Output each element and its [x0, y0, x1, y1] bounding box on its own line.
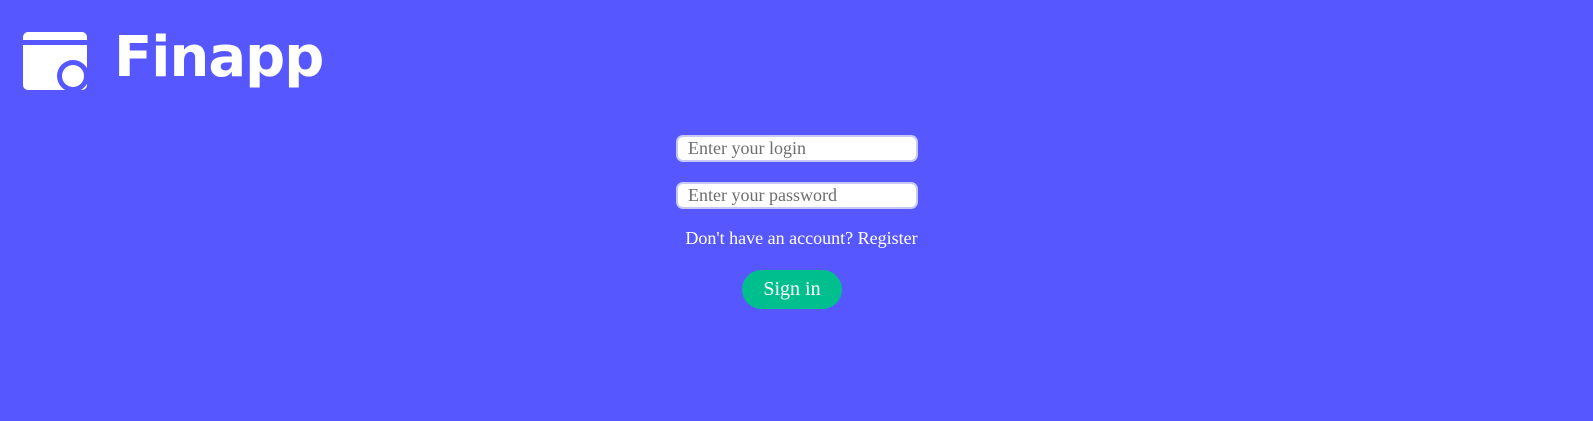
password-input[interactable] [676, 182, 918, 209]
wallet-icon [23, 32, 87, 90]
register-prompt: Don't have an account? Register [0, 227, 1593, 249]
register-prompt-text: Don't have an account? [685, 228, 854, 248]
login-input[interactable] [676, 135, 918, 162]
sign-in-button[interactable]: Sign in [742, 270, 842, 309]
login-page: Finapp Don't have an account? Register S… [0, 0, 1593, 421]
register-link[interactable]: Register [858, 228, 918, 248]
brand-name: Finapp [114, 25, 324, 90]
brand-logo[interactable]: Finapp [23, 25, 324, 94]
